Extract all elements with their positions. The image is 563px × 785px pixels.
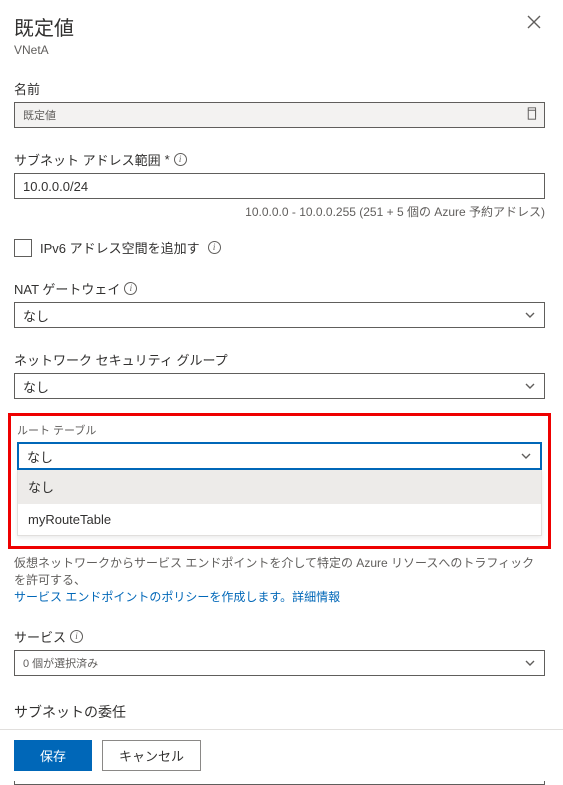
nsg-label: ネットワーク セキュリティ グループ bbox=[14, 350, 228, 369]
ipv6-checkbox[interactable] bbox=[14, 239, 32, 257]
nat-value: なし bbox=[23, 306, 49, 325]
pane-title: 既定値 bbox=[14, 12, 74, 41]
pane-subtitle: VNetA bbox=[14, 43, 74, 57]
nsg-value: なし bbox=[23, 377, 49, 396]
services-label: サービス bbox=[14, 627, 66, 646]
route-table-dropdown: なし myRouteTable bbox=[17, 469, 542, 536]
route-table-value: なし bbox=[27, 447, 53, 466]
close-icon[interactable] bbox=[523, 12, 545, 34]
chevron-down-icon bbox=[520, 450, 532, 462]
name-value: 既定値 bbox=[23, 107, 56, 123]
endpoint-policy-text: 仮想ネットワークからサービス エンドポイントを介して特定の Azure リソース… bbox=[14, 555, 545, 605]
info-icon[interactable]: i bbox=[208, 241, 221, 254]
route-table-label: ルート テーブル bbox=[17, 425, 96, 437]
nat-label: NAT ゲートウェイ bbox=[14, 279, 120, 298]
chevron-down-icon bbox=[524, 657, 536, 669]
name-label: 名前 bbox=[14, 79, 40, 98]
chevron-down-icon bbox=[524, 380, 536, 392]
address-range-value: 10.0.0.0/24 bbox=[23, 179, 88, 194]
nat-select[interactable]: なし bbox=[14, 302, 545, 328]
route-table-highlight: ルート テーブル なし なし myRouteTable bbox=[8, 413, 551, 549]
chevron-down-icon bbox=[524, 309, 536, 321]
required-asterisk: * bbox=[165, 152, 170, 167]
cancel-button[interactable]: キャンセル bbox=[102, 740, 201, 771]
nsg-select[interactable]: なし bbox=[14, 373, 545, 399]
ipv6-label: IPv6 アドレス空間を追加す bbox=[40, 238, 200, 257]
address-range-input[interactable]: 10.0.0.0/24 bbox=[14, 173, 545, 199]
subnet-edit-pane: 既定値 VNetA 名前 既定値 サブネット アドレス範囲 * i 10.0.0… bbox=[0, 0, 563, 781]
info-icon[interactable]: i bbox=[174, 153, 187, 166]
copy-icon[interactable] bbox=[525, 107, 538, 123]
address-range-label: サブネット アドレス範囲 bbox=[14, 150, 161, 169]
address-range-hint: 10.0.0.0 - 10.0.0.255 (251 + 5 個の Azure … bbox=[14, 203, 545, 220]
route-table-option-none[interactable]: なし bbox=[18, 469, 541, 504]
services-select[interactable]: 0 個が選択済み bbox=[14, 650, 545, 676]
info-icon[interactable]: i bbox=[124, 282, 137, 295]
route-table-select[interactable]: なし bbox=[17, 442, 542, 470]
name-field: 既定値 bbox=[14, 102, 545, 128]
save-button[interactable]: 保存 bbox=[14, 740, 92, 771]
info-icon[interactable]: i bbox=[70, 630, 83, 643]
footer-bar: 保存 キャンセル bbox=[0, 729, 563, 781]
endpoint-policy-link[interactable]: サービス エンドポイントのポリシーを作成します。詳細情報 bbox=[14, 590, 340, 604]
services-value: 0 個が選択済み bbox=[23, 655, 98, 671]
route-table-option-myroutetable[interactable]: myRouteTable bbox=[18, 504, 541, 535]
delegation-section-title: サブネットの委任 bbox=[14, 702, 545, 722]
